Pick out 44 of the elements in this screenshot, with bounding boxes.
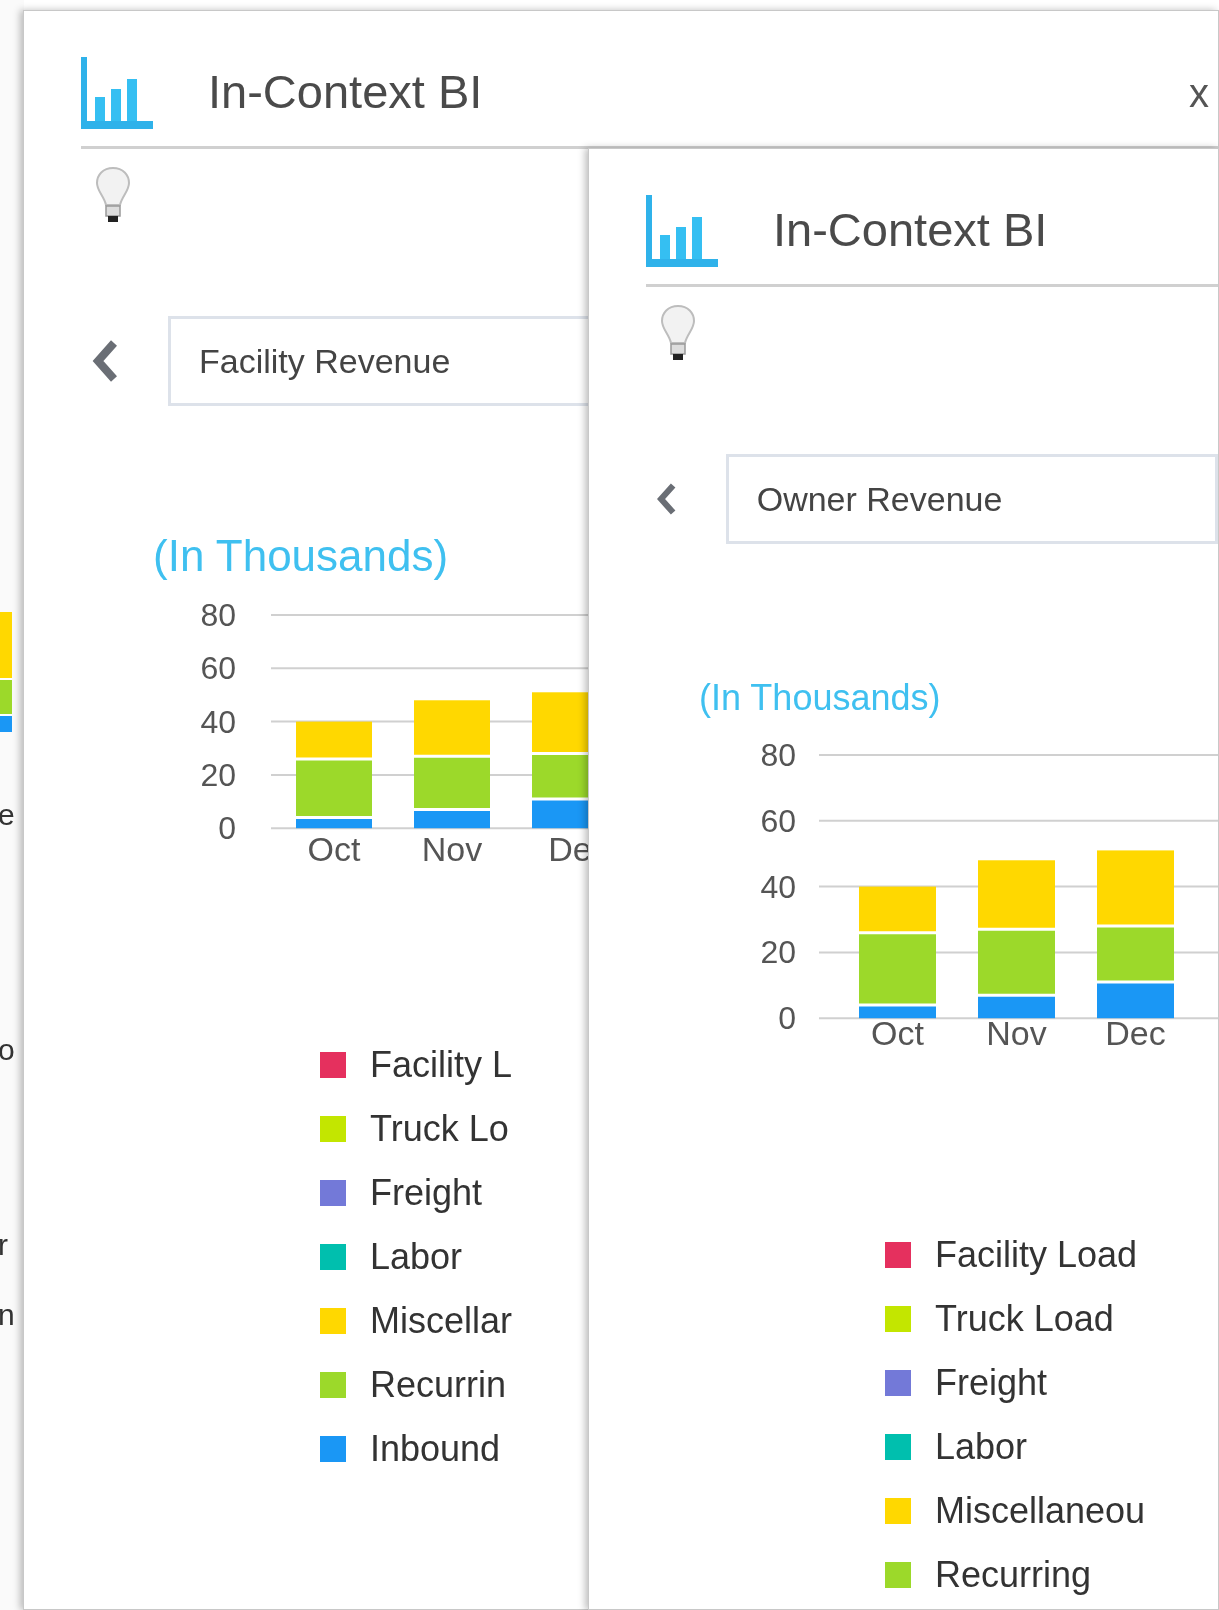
axis-label: Nov <box>421 829 483 868</box>
legend-label: Recurrin <box>370 1366 507 1403</box>
axis-label: Dec <box>1105 1014 1166 1053</box>
cut-text: r <box>0 1230 8 1260</box>
bar-chart-icon <box>81 56 153 129</box>
unit-note: (In Thousands) <box>153 530 450 582</box>
axis-label: 0 <box>778 1000 796 1037</box>
legend-label: Truck Lo <box>370 1110 509 1147</box>
axis-label: 40 <box>200 703 236 740</box>
axis-label: 80 <box>760 737 796 774</box>
legend-label: Miscellaneou <box>935 1493 1146 1530</box>
legend-label: Inbound <box>370 1430 501 1467</box>
legend-label: Facility L <box>370 1046 513 1083</box>
cut-text: n <box>0 1300 15 1330</box>
axis-label: 60 <box>200 650 236 687</box>
lightbulb-icon[interactable] <box>659 304 697 362</box>
axis-label: Oct <box>307 829 361 868</box>
back-chevron-icon[interactable] <box>90 339 120 383</box>
legend-label: Truck Load <box>935 1301 1114 1338</box>
legend-label: Recurring <box>935 1557 1092 1594</box>
axis-label: Nov <box>986 1014 1047 1053</box>
lightbulb-icon[interactable] <box>94 166 132 224</box>
axis-label: 40 <box>760 868 796 905</box>
bar-chart-icon <box>646 194 718 267</box>
legend-label: Facility Load <box>935 1237 1138 1274</box>
cut-text: e <box>0 800 15 830</box>
close-button[interactable]: x <box>1185 72 1213 113</box>
legend-label: Miscellar <box>370 1302 512 1339</box>
axis-label: 20 <box>760 934 796 971</box>
legend-label: Labor <box>935 1429 1028 1466</box>
window-title: In-Context BI <box>208 64 483 121</box>
cut-text: o <box>0 1035 15 1065</box>
unit-note: (In Thousands) <box>699 676 942 720</box>
axis-label: 20 <box>200 756 236 793</box>
axis-label: De <box>548 829 592 868</box>
axis-label: 80 <box>200 596 236 633</box>
legend-label: Freight <box>370 1174 483 1211</box>
legend-label: Labor <box>370 1238 463 1275</box>
axis-label: Oct <box>871 1014 924 1053</box>
axis-label: 0 <box>218 810 236 846</box>
report-selector[interactable]: Owner Revenue <box>725 454 1218 544</box>
window-title: In-Context BI <box>773 202 1048 259</box>
legend-label: Freight <box>935 1365 1048 1402</box>
axis-label: 60 <box>760 803 796 839</box>
